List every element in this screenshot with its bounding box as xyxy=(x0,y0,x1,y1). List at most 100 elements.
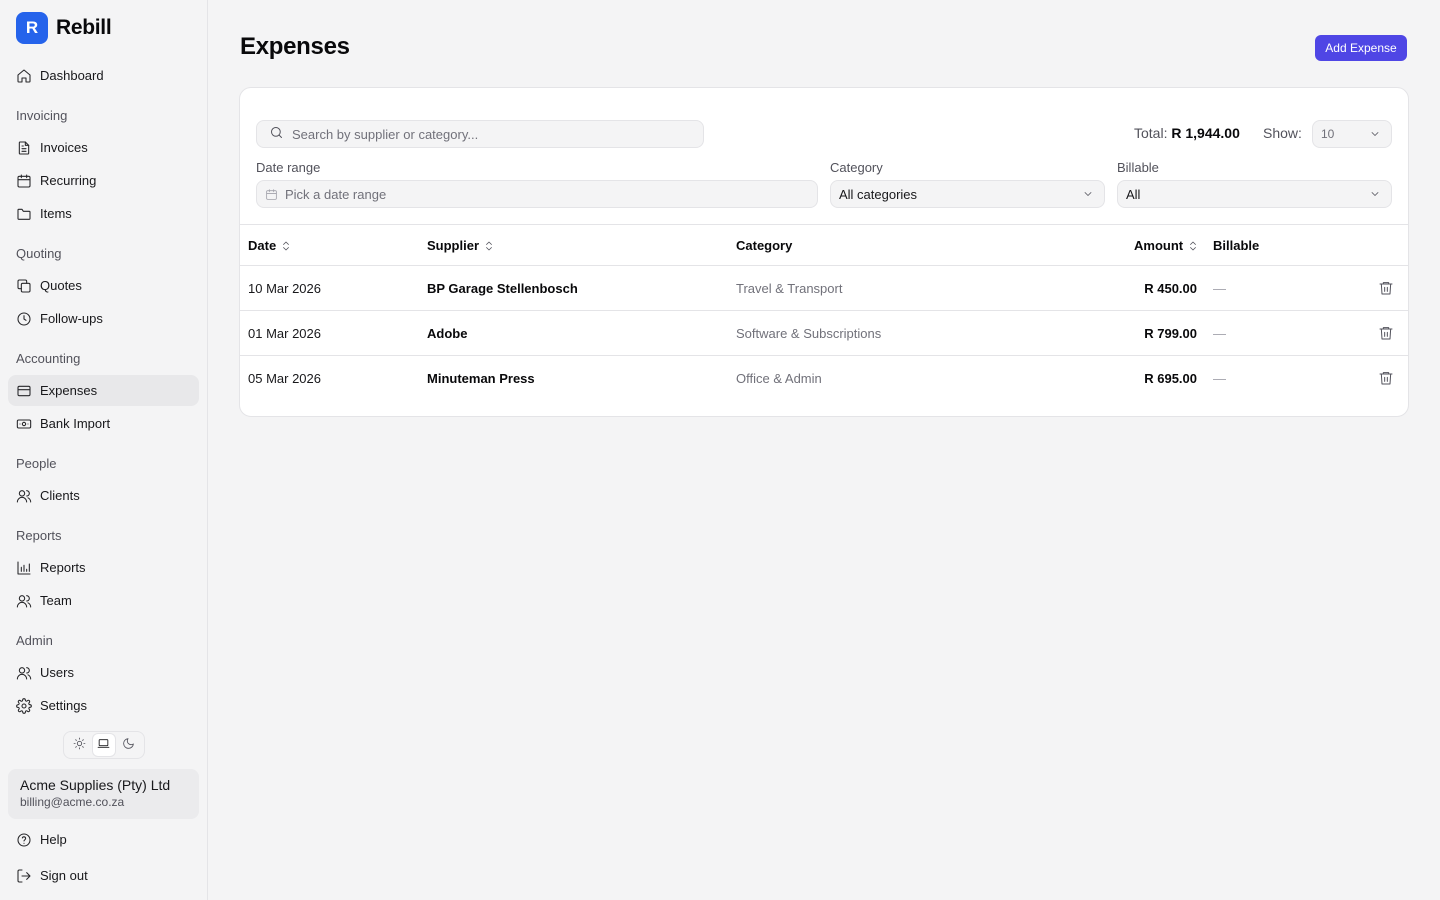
total-label: Total: xyxy=(1134,125,1168,141)
search-input[interactable] xyxy=(292,126,672,142)
sidebar-item-label: Team xyxy=(40,593,72,608)
cell-billable: — xyxy=(1213,371,1226,386)
theme-light-button[interactable] xyxy=(68,734,90,756)
column-label: Amount xyxy=(1134,238,1184,253)
cell-amount: R 450.00 xyxy=(1144,281,1197,296)
theme-system-button[interactable] xyxy=(92,734,115,756)
billable-filter-select[interactable]: All xyxy=(1117,180,1392,208)
file-text-icon xyxy=(16,140,32,156)
table-row[interactable]: 10 Mar 2026 BP Garage Stellenbosch Trave… xyxy=(240,266,1408,311)
cell-date: 10 Mar 2026 xyxy=(248,281,321,296)
total-value: R 1,944.00 xyxy=(1171,125,1240,141)
sidebar-item-followups[interactable]: Follow-ups xyxy=(8,303,199,334)
table-row[interactable]: 05 Mar 2026 Minuteman Press Office & Adm… xyxy=(240,356,1408,401)
chevron-down-icon xyxy=(1369,128,1381,140)
sidebar-item-recurring[interactable]: Recurring xyxy=(8,165,199,196)
date-range-picker[interactable]: Pick a date range xyxy=(256,180,818,208)
cell-supplier: Adobe xyxy=(427,326,468,341)
sidebar-item-clients[interactable]: Clients xyxy=(8,480,199,511)
bar-chart-icon xyxy=(16,560,32,576)
delete-button[interactable] xyxy=(1378,370,1394,386)
app-name: Rebill xyxy=(56,16,112,39)
expenses-card: Total: R 1,944.00 Show: 10 Date range Pi… xyxy=(239,87,1409,417)
sidebar-item-label: Reports xyxy=(40,560,86,575)
column-label: Billable xyxy=(1213,238,1260,253)
table-header: Date Supplier Category Amount Billable xyxy=(240,224,1408,266)
section-label-reports: Reports xyxy=(16,528,62,543)
help-link[interactable]: Help xyxy=(8,824,199,855)
sign-out-label: Sign out xyxy=(40,868,88,883)
sidebar-item-label: Quotes xyxy=(40,278,82,293)
column-header-amount[interactable]: Amount xyxy=(1134,238,1199,253)
sidebar-item-label: Settings xyxy=(40,698,87,713)
sidebar-item-label: Expenses xyxy=(40,383,98,398)
app-logo[interactable]: R Rebill xyxy=(16,12,112,44)
logo-mark: R xyxy=(16,12,48,44)
sidebar-item-invoices[interactable]: Invoices xyxy=(8,132,199,163)
sidebar-item-quotes[interactable]: Quotes xyxy=(8,270,199,301)
chevron-down-icon xyxy=(1369,188,1381,200)
chevron-down-icon xyxy=(1082,188,1094,200)
sidebar-item-expenses[interactable]: Expenses xyxy=(8,375,199,406)
calendar-icon xyxy=(265,188,285,201)
category-filter-select[interactable]: All categories xyxy=(830,180,1105,208)
billable-filter-value: All xyxy=(1126,186,1141,202)
cell-date: 05 Mar 2026 xyxy=(248,371,321,386)
cell-date: 01 Mar 2026 xyxy=(248,326,321,341)
sidebar-item-settings[interactable]: Settings xyxy=(8,690,199,721)
section-label-invoicing: Invoicing xyxy=(16,108,68,123)
account-card[interactable]: Acme Supplies (Pty) Ltd billing@acme.co.… xyxy=(8,769,199,819)
sidebar-item-users[interactable]: Users xyxy=(8,657,199,688)
page-size-select[interactable]: 10 xyxy=(1312,120,1392,148)
billable-filter-label: Billable xyxy=(1117,160,1159,175)
sidebar-item-label: Follow-ups xyxy=(40,311,103,326)
sidebar-item-reports[interactable]: Reports xyxy=(8,552,199,583)
cell-category: Office & Admin xyxy=(736,371,822,386)
cell-amount: R 799.00 xyxy=(1144,326,1197,341)
column-label: Supplier xyxy=(427,238,480,253)
moon-icon xyxy=(122,737,135,753)
search-box[interactable] xyxy=(256,120,704,148)
sign-out-link[interactable]: Sign out xyxy=(8,860,199,891)
column-label: Date xyxy=(248,238,277,253)
delete-button[interactable] xyxy=(1378,280,1394,296)
add-expense-button[interactable]: Add Expense xyxy=(1315,35,1407,61)
log-out-icon xyxy=(16,868,32,884)
theme-dark-button[interactable] xyxy=(118,734,140,756)
date-range-label: Date range xyxy=(256,160,321,175)
column-header-date[interactable]: Date xyxy=(248,238,292,253)
theme-switcher xyxy=(63,731,145,759)
sidebar-item-team[interactable]: Team xyxy=(8,585,199,616)
sort-icon xyxy=(1183,240,1199,252)
laptop-icon xyxy=(97,737,110,753)
search-icon xyxy=(269,125,284,143)
show-label: Show: xyxy=(1263,125,1302,141)
sidebar-item-label: Invoices xyxy=(40,140,88,155)
users-icon xyxy=(16,665,32,681)
account-email: billing@acme.co.za xyxy=(20,795,125,809)
cell-category: Software & Subscriptions xyxy=(736,326,882,341)
sidebar-item-label: Bank Import xyxy=(40,416,111,431)
column-label: Category xyxy=(736,238,793,253)
section-label-people: People xyxy=(16,456,57,471)
page-title: Expenses xyxy=(240,33,350,60)
cell-category: Travel & Transport xyxy=(736,281,843,296)
delete-button[interactable] xyxy=(1378,325,1394,341)
sidebar-item-items[interactable]: Items xyxy=(8,198,199,229)
sidebar-item-dashboard[interactable]: Dashboard xyxy=(8,60,199,91)
trash-icon xyxy=(1378,327,1394,344)
cell-amount: R 695.00 xyxy=(1144,371,1197,386)
table-row[interactable]: 01 Mar 2026 Adobe Software & Subscriptio… xyxy=(240,311,1408,356)
sidebar-item-bank-import[interactable]: Bank Import xyxy=(8,408,199,439)
trash-icon xyxy=(1378,282,1394,299)
folder-icon xyxy=(16,206,32,222)
cell-billable: — xyxy=(1213,326,1226,341)
help-circle-icon xyxy=(16,832,32,848)
column-header-supplier[interactable]: Supplier xyxy=(427,238,495,253)
column-header-billable: Billable xyxy=(1213,238,1259,253)
sort-icon xyxy=(479,240,495,252)
users-icon xyxy=(16,488,32,504)
gear-icon xyxy=(16,697,32,714)
home-icon xyxy=(16,68,32,84)
sidebar: R Rebill Dashboard Invoicing Invoices Re… xyxy=(0,0,208,900)
